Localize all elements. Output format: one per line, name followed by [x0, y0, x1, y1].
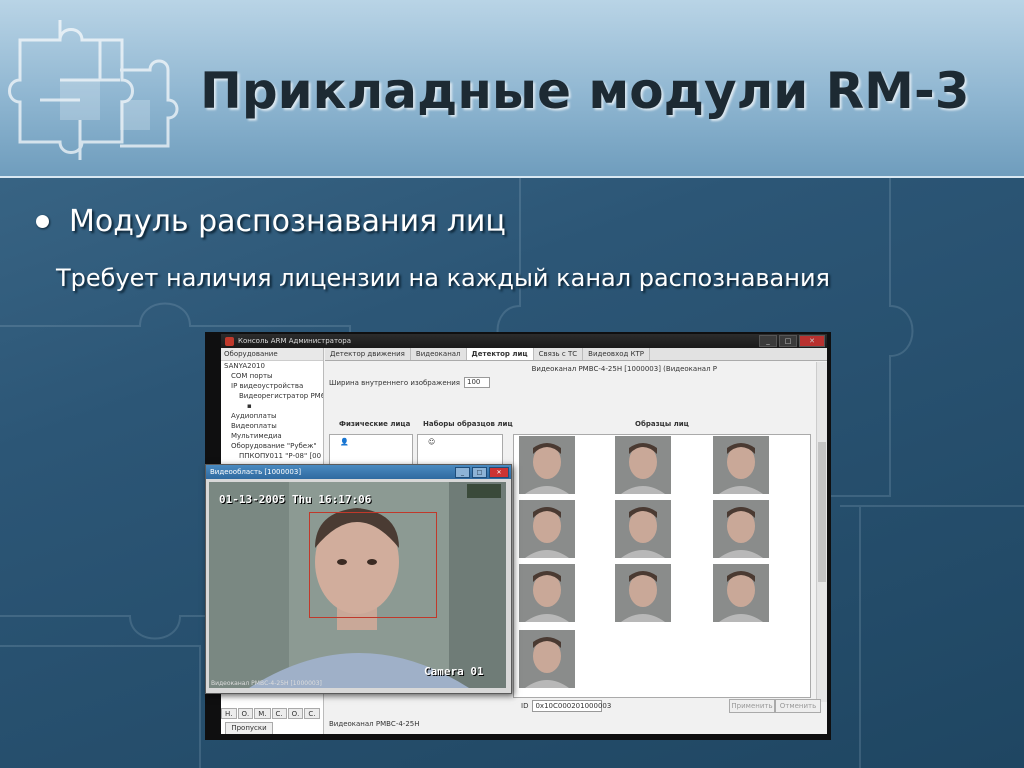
id-field-row: ID 0x10C000201000003	[521, 700, 611, 712]
tree-item-multimedia[interactable]: Мультимедиа	[221, 431, 323, 441]
tab-video-channel[interactable]: Видеоканал	[411, 348, 467, 360]
face-sample[interactable]	[713, 436, 769, 494]
tab-ktr-input[interactable]: Видеовход КТР	[583, 348, 651, 360]
slide-header: Прикладные модули RM-3	[0, 0, 1024, 178]
face-sample[interactable]	[615, 564, 671, 622]
close-button[interactable]: ✕	[799, 335, 825, 347]
minimize-button[interactable]: _	[759, 335, 777, 347]
tree-item-ppkop[interactable]: ППКОПУ011 "Р-08" [00	[221, 451, 323, 461]
apply-button[interactable]: Применить	[729, 699, 775, 713]
id-input[interactable]: 0x10C000201000003	[532, 700, 611, 712]
face-sample[interactable]	[519, 630, 575, 688]
video-minimize-button[interactable]: _	[455, 466, 470, 478]
maximize-button[interactable]: □	[779, 335, 797, 347]
tree-item-camera-icon[interactable]: ▪	[221, 401, 323, 411]
face-detection-box	[309, 512, 437, 618]
face-sets-header: Наборы образцов лиц	[423, 420, 513, 428]
video-close-button[interactable]: ✕	[489, 466, 509, 478]
face-samples-header: Образцы лиц	[635, 420, 689, 428]
width-label: Ширина внутреннего изображения	[329, 378, 460, 387]
video-titlebar[interactable]: Видеообласть [1000003] _ □ ✕	[206, 465, 511, 479]
subtext: Требует наличия лицензии на каждый канал…	[56, 264, 830, 292]
width-input[interactable]: 100	[464, 377, 490, 388]
tab-ts-link[interactable]: Связь с ТС	[534, 348, 584, 360]
channel-label: Видеоканал РМВС-4-25Н [1000003] (Видеока…	[531, 365, 717, 373]
scroll-thumb[interactable]	[818, 442, 826, 582]
status-channel-label: Видеоканал РМВС-4-25Н	[329, 720, 420, 728]
cancel-button[interactable]: Отменить	[775, 699, 821, 713]
tree-item-rubezh[interactable]: Оборудование "Рубеж"	[221, 441, 323, 451]
tree-item-server[interactable]: SANYA2010	[221, 361, 323, 371]
tree-item-video-recorder[interactable]: Видеорегистратор PM6	[221, 391, 323, 401]
face-samples-grid	[515, 436, 805, 712]
slide-title: Прикладные модули RM-3	[200, 62, 970, 120]
puzzle-icon	[8, 20, 179, 160]
video-title: Видеообласть [1000003]	[210, 468, 302, 476]
osd-camera-label: Camera 01	[424, 665, 484, 678]
face-sample[interactable]	[615, 500, 671, 558]
video-maximize-button[interactable]: □	[472, 466, 487, 478]
bullet-text: Модуль распознавания лиц	[69, 204, 506, 239]
window-title: Консоль ARM Администратора	[238, 337, 352, 345]
face-sample[interactable]	[519, 436, 575, 494]
id-label: ID	[521, 702, 529, 710]
tree-item-audio-cards[interactable]: Аудиоплаты	[221, 411, 323, 421]
face-sample[interactable]	[519, 564, 575, 622]
video-frame: 01-13-2005 Thu 16:17:06 Camera 01 Видеок…	[209, 482, 506, 688]
tab-motion-detector[interactable]: Детектор движения	[325, 348, 411, 360]
tree-item-ip-devices[interactable]: IP видеоустройства	[221, 381, 323, 391]
face-sample[interactable]	[519, 500, 575, 558]
bottom-tab-4[interactable]: С.	[271, 708, 287, 719]
face-sample[interactable]	[615, 436, 671, 494]
person-icon[interactable]: 👤	[330, 435, 412, 446]
video-window[interactable]: Видеообласть [1000003] _ □ ✕ 01-13-2005 …	[205, 464, 512, 694]
passes-button[interactable]: Пропуски	[225, 722, 273, 734]
app-icon	[225, 336, 234, 346]
tree-item-video-cards[interactable]: Видеоплаты	[221, 421, 323, 431]
tree-bottom-panel: Н. О. М. С. О. С. Пропуски	[221, 708, 323, 734]
face-sample[interactable]	[713, 500, 769, 558]
tree-header: Оборудование	[221, 348, 323, 361]
window-titlebar: Консоль ARM Администратора _ □ ✕	[221, 334, 827, 348]
bottom-tab-3[interactable]: М.	[254, 708, 271, 719]
bottom-tab-5[interactable]: О.	[287, 708, 304, 719]
tab-face-detector[interactable]: Детектор лиц	[466, 348, 534, 360]
bottom-tab-6[interactable]: С.	[304, 708, 320, 719]
bullet-dot-icon	[36, 215, 49, 228]
bottom-tab-2[interactable]: О.	[237, 708, 254, 719]
tree-item-com-ports[interactable]: COM порты	[221, 371, 323, 381]
samples-scrollbar[interactable]	[816, 362, 827, 702]
bullet-item: Модуль распознавания лиц	[36, 204, 506, 239]
face-set-icon[interactable]: ☺	[418, 435, 502, 446]
settings-tabs: Детектор движения Видеоканал Детектор ли…	[325, 348, 827, 361]
osd-datetime: 01-13-2005 Thu 16:17:06	[219, 493, 372, 506]
osd-channel-label: Видеоканал РМВС-4-25Н [1000003]	[211, 680, 322, 687]
width-setting: Ширина внутреннего изображения 100	[329, 377, 490, 388]
physical-persons-header: Физические лица	[339, 420, 411, 428]
bottom-tab-1[interactable]: Н.	[221, 708, 237, 719]
face-sample[interactable]	[713, 564, 769, 622]
